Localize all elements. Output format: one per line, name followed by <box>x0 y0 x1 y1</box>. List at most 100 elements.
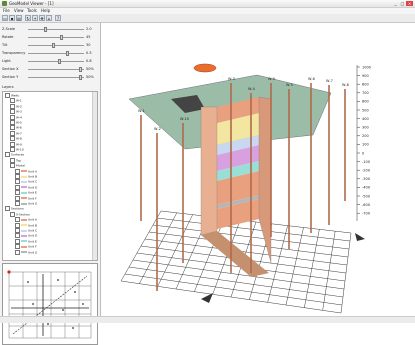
checkbox[interactable] <box>15 233 20 239</box>
tree-item[interactable]: W-2 <box>10 103 22 109</box>
slider-thumb[interactable] <box>60 35 64 40</box>
slider-track[interactable] <box>28 77 84 78</box>
slider-thumb[interactable] <box>79 75 83 80</box>
checkbox[interactable] <box>15 174 20 179</box>
checkbox[interactable] <box>5 93 10 98</box>
minimize-button[interactable]: _ <box>392 1 399 6</box>
checkbox[interactable] <box>5 206 10 212</box>
checkbox[interactable] <box>5 152 10 158</box>
tree-item[interactable]: W-10 <box>10 147 24 152</box>
checkbox[interactable] <box>10 98 15 104</box>
checkbox[interactable] <box>15 238 20 244</box>
print-icon[interactable]: ▤ <box>16 15 22 21</box>
overview-map[interactable] <box>2 263 98 345</box>
tree-item-label: Unit A <box>28 217 38 222</box>
slider-track[interactable] <box>28 69 84 70</box>
slider-track[interactable] <box>28 45 84 46</box>
cross-section-front <box>217 97 259 229</box>
checkbox[interactable] <box>10 163 15 169</box>
checkbox[interactable] <box>15 184 20 190</box>
zoom-icon[interactable]: + <box>32 15 38 21</box>
3d-viewport[interactable]: W-1 W-2 W-3 W-4 W-5 W-6 W-7 W-8 W-9 W-10 1000 900 8… <box>101 23 415 322</box>
checkbox[interactable] <box>10 147 15 152</box>
slider-track[interactable] <box>28 61 84 62</box>
tree-item[interactable]: Unit F <box>15 244 37 250</box>
checkbox[interactable] <box>10 130 15 136</box>
checkbox[interactable] <box>15 190 20 196</box>
help-icon[interactable]: ? <box>55 15 61 21</box>
tree-item[interactable]: W-3 <box>10 109 22 115</box>
tree-item[interactable]: X-Section <box>10 211 30 217</box>
checkbox[interactable] <box>10 141 15 147</box>
tree-item-label: W-5 <box>16 120 22 125</box>
tree-item[interactable]: Unit B <box>15 222 37 228</box>
tree-item[interactable]: Unit D <box>15 184 37 190</box>
checkbox[interactable] <box>15 228 20 233</box>
checkbox[interactable] <box>15 168 20 174</box>
tree-item[interactable]: Unit G <box>15 249 37 255</box>
close-button[interactable]: × <box>406 1 413 6</box>
layer-swatch <box>21 251 27 254</box>
checkbox[interactable] <box>10 157 15 163</box>
tree-item-label: Surfaces <box>11 152 24 157</box>
tree-item[interactable]: Unit A <box>15 217 38 223</box>
open-icon[interactable]: ▭ <box>2 15 8 21</box>
slider-track[interactable] <box>28 37 84 38</box>
tree-item[interactable]: W-6 <box>10 125 22 131</box>
slider-thumb[interactable] <box>65 51 69 56</box>
tree-item[interactable]: W-5 <box>10 120 22 125</box>
checkbox[interactable] <box>10 211 15 217</box>
tree-item[interactable]: Unit F <box>15 195 37 201</box>
tree-item[interactable]: Unit C <box>15 179 37 185</box>
checkbox[interactable] <box>10 114 15 120</box>
tree-item[interactable]: Sections <box>5 206 24 212</box>
checkbox[interactable] <box>15 222 20 228</box>
slider-thumb[interactable] <box>79 67 83 72</box>
checkbox[interactable] <box>10 109 15 115</box>
slider-track[interactable] <box>28 29 84 30</box>
checkbox[interactable] <box>15 244 20 250</box>
checkbox[interactable] <box>10 103 15 109</box>
checkbox[interactable] <box>15 179 20 185</box>
checkbox[interactable] <box>10 125 15 131</box>
slider-thumb[interactable] <box>57 59 61 64</box>
well-label: W-2 <box>154 127 161 131</box>
slider-thumb[interactable] <box>44 27 48 32</box>
tree-item[interactable]: Wells <box>5 93 19 98</box>
checkbox[interactable] <box>10 120 15 125</box>
slider-thumb[interactable] <box>52 43 56 48</box>
checkbox[interactable] <box>15 201 20 206</box>
tree-item[interactable]: W-1 <box>10 98 22 104</box>
tree-item[interactable]: Unit C <box>15 228 37 233</box>
checkbox[interactable] <box>15 195 20 201</box>
tree-item[interactable]: Unit E <box>15 238 37 244</box>
checkbox[interactable] <box>15 249 20 255</box>
slider-track[interactable] <box>28 53 84 54</box>
tree-item[interactable]: Surfaces <box>5 152 24 158</box>
tree-item[interactable]: W-7 <box>10 130 22 136</box>
maximize-button[interactable]: □ <box>399 1 406 6</box>
depth-tick-label: 0 <box>362 151 364 155</box>
rotate-icon[interactable]: ↻ <box>25 15 31 21</box>
slider-value: 0.5 <box>86 51 92 55</box>
tree-item[interactable]: W-9 <box>10 141 22 147</box>
tree-item[interactable]: W-4 <box>10 114 22 120</box>
tree-item[interactable]: Model <box>10 163 25 169</box>
checkbox[interactable] <box>10 136 15 142</box>
well-label: W-10 <box>180 117 189 121</box>
save-icon[interactable]: ▪ <box>9 15 15 21</box>
tree-item[interactable]: W-8 <box>10 136 22 142</box>
tree-item[interactable]: Unit B <box>15 174 37 179</box>
tree-scrollbar[interactable] <box>92 92 97 260</box>
tree-item[interactable]: Top <box>10 157 21 163</box>
layer-tree: Wells W-1 W-2 W-3 W-4 W-5 W-6 W-7 W-8 W-9 W-10 Surf… <box>2 91 98 261</box>
depth-tick-label: 600 <box>362 100 369 104</box>
reset-icon[interactable]: ⌂ <box>46 15 52 21</box>
tree-item[interactable]: Unit A <box>15 168 37 174</box>
layer-swatch <box>21 191 27 194</box>
tree-item[interactable]: Unit D <box>15 233 37 239</box>
checkbox[interactable] <box>15 217 20 223</box>
tree-item[interactable]: Unit E <box>15 190 37 196</box>
pan-icon[interactable]: ✥ <box>39 15 45 21</box>
tree-item[interactable]: Unit G <box>15 201 37 206</box>
